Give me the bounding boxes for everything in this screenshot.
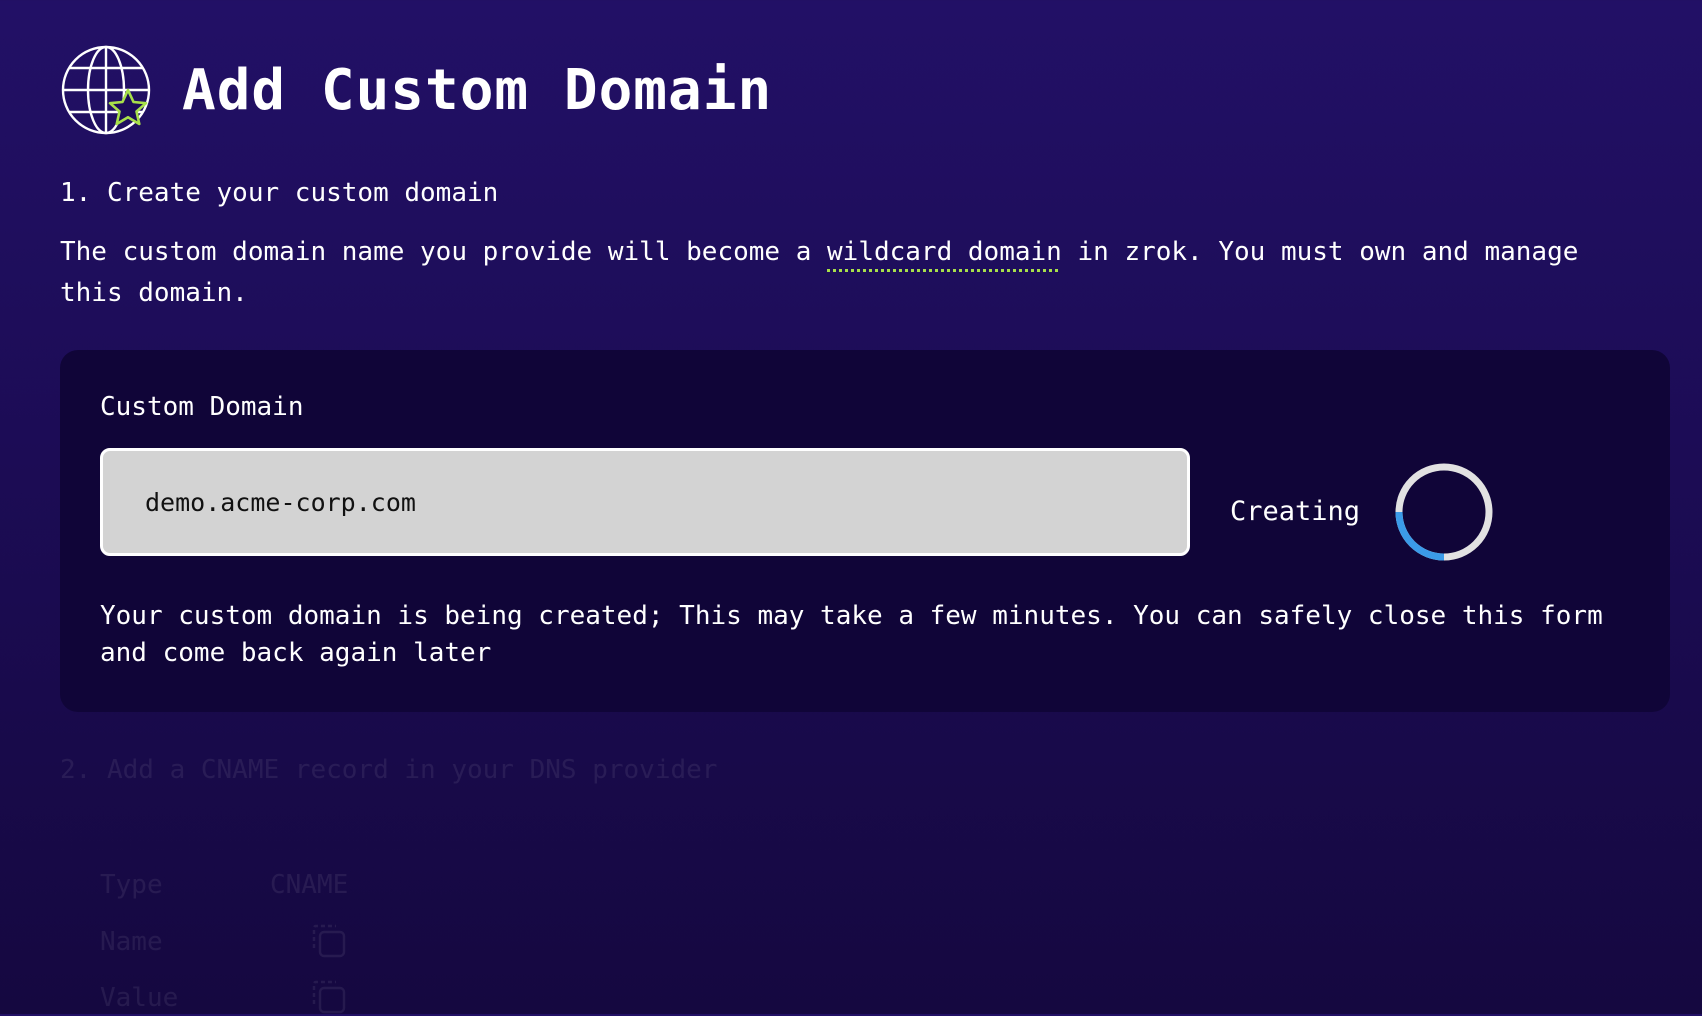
- copy-icon[interactable]: [310, 922, 348, 960]
- custom-domain-card: Custom Domain Creating Your custom domai…: [60, 350, 1670, 712]
- dns-row-value: CNAME: [270, 870, 349, 900]
- loading-spinner-icon: [1395, 463, 1493, 561]
- step1-heading: 1. Create your custom domain: [60, 178, 499, 208]
- dns-row-label: Name: [100, 927, 163, 957]
- step1-description: The custom domain name you provide will …: [60, 232, 1620, 314]
- page-title: Add Custom Domain: [182, 57, 773, 123]
- description-text-before: The custom domain name you provide will …: [60, 237, 828, 267]
- copy-icon[interactable]: [310, 978, 348, 1016]
- dns-row-label: Type: [100, 870, 163, 900]
- custom-domain-input[interactable]: [100, 448, 1190, 556]
- wildcard-domain-term[interactable]: wildcard domain: [827, 237, 1062, 267]
- creating-status-label: Creating: [1230, 496, 1361, 527]
- custom-domain-label: Custom Domain: [100, 392, 304, 422]
- step2-heading: 2. Add a CNAME record in your DNS provid…: [60, 755, 718, 785]
- creation-status-message: Your custom domain is being created; Thi…: [100, 601, 1603, 668]
- page-header: Add Custom Domain: [60, 44, 772, 136]
- dns-row-label: Value: [100, 983, 179, 1013]
- globe-star-icon: [61, 45, 151, 135]
